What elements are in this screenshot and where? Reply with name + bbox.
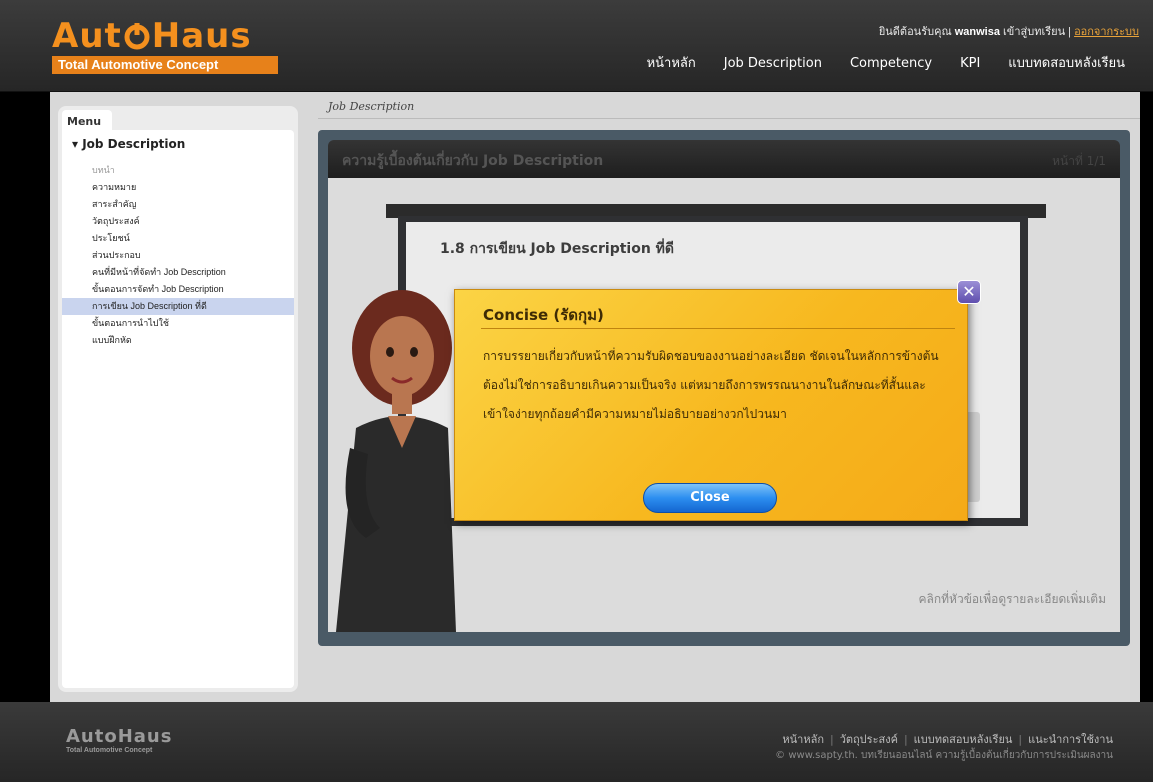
- nav-kpi[interactable]: KPI: [946, 54, 994, 74]
- presenter-character-illustration: [336, 290, 456, 632]
- menu-tab[interactable]: Menu: [62, 110, 112, 132]
- footer-logo: AutoHaus Total Automotive Concept: [66, 726, 172, 754]
- sidebar: Menu ▾ Job Description บทนำ ความหมาย สาร…: [58, 106, 298, 692]
- nav-home[interactable]: หน้าหลัก: [633, 54, 710, 74]
- nav-job-description[interactable]: Job Description: [710, 54, 836, 74]
- logout-link[interactable]: ออกจากระบบ: [1074, 26, 1139, 38]
- nav-posttest[interactable]: แบบทดสอบหลังเรียน: [994, 54, 1139, 74]
- close-x-icon[interactable]: ✕: [957, 280, 981, 304]
- breadcrumb: Job Description: [328, 100, 415, 113]
- footer-link-objectives[interactable]: วัตถุประสงค์: [840, 733, 898, 746]
- footer-link-posttest[interactable]: แบบทดสอบหลังเรียน: [914, 733, 1013, 746]
- menu-item-application[interactable]: ขั้นตอนการนำไปใช้: [62, 315, 294, 332]
- logo-wordmark: Aut Haus: [52, 16, 252, 56]
- logo-tagline: Total Automotive Concept: [52, 56, 278, 74]
- header: Aut Haus Total Automotive Concept ยินดีต…: [0, 0, 1153, 92]
- menu-panel: ▾ Job Description บทนำ ความหมาย สาระสำคั…: [62, 130, 294, 688]
- slide-title: ความรู้เบื้องต้นเกี่ยวกับ Job Descriptio…: [342, 153, 604, 169]
- footer: AutoHaus Total Automotive Concept หน้าหล…: [0, 702, 1153, 782]
- popup-body: การบรรยายเกี่ยวกับหน้าที่ความรับผิดชอบขอ…: [483, 349, 939, 421]
- welcome-suffix: เข้าสู่บทเรียน |: [1003, 26, 1071, 38]
- popup-title: Concise (รัดกุม): [483, 306, 604, 324]
- board-heading: 1.8 การเขียน Job Description ที่ดี: [440, 241, 675, 257]
- menu-item-responsible[interactable]: คนที่มีหน้าที่จัดทำ Job Description: [62, 264, 294, 281]
- menu-item-benefits[interactable]: ประโยชน์: [62, 230, 294, 247]
- menu-list: บทนำ ความหมาย สาระสำคัญ วัตถุประสงค์ ประ…: [62, 162, 294, 349]
- menu-item-components[interactable]: ส่วนประกอบ: [62, 247, 294, 264]
- menu-item-essence[interactable]: สาระสำคัญ: [62, 196, 294, 213]
- footer-link-guide[interactable]: แนะนำการใช้งาน: [1028, 733, 1113, 746]
- slide-page-number: หน้าที่ 1/1: [1052, 154, 1106, 168]
- menu-item-meaning[interactable]: ความหมาย: [62, 179, 294, 196]
- menu-item-intro[interactable]: บทนำ: [62, 162, 294, 179]
- footer-link-home[interactable]: หน้าหลัก: [782, 733, 824, 746]
- footer-separator: |: [903, 733, 908, 746]
- menu-section-label: Job Description: [82, 137, 186, 151]
- footer-copyright: © www.sapty.th. บทเรียนออนไลน์ ความรู้เบ…: [775, 750, 1113, 761]
- welcome-prefix: ยินดีต้อนรับคุณ: [878, 26, 952, 38]
- slide-titlebar: ความรู้เบื้องต้นเกี่ยวกับ Job Descriptio…: [328, 140, 1120, 178]
- footer-logo-tagline: Total Automotive Concept: [66, 747, 153, 754]
- close-button[interactable]: Close: [643, 483, 777, 513]
- footer-separator: |: [829, 733, 834, 746]
- concise-popup: Concise (รัดกุม) การบรรยายเกี่ยวกับหน้าท…: [454, 280, 981, 521]
- footer-logo-wordmark: AutoHaus: [66, 726, 173, 747]
- menu-item-steps[interactable]: ขั้นตอนการจัดทำ Job Description: [62, 281, 294, 298]
- username: wanwisa: [954, 26, 1000, 38]
- welcome-text: ยินดีต้อนรับคุณ wanwisa เข้าสู่บทเรียน |…: [879, 22, 1139, 40]
- menu-item-objectives[interactable]: วัตถุประสงค์: [62, 213, 294, 230]
- popup-divider: [481, 328, 955, 329]
- footer-separator: |: [1018, 733, 1023, 746]
- logo-power-icon: [124, 23, 150, 50]
- breadcrumb-divider: [318, 118, 1140, 119]
- menu-item-exercise[interactable]: แบบฝึกหัด: [62, 332, 294, 349]
- autohaus-logo[interactable]: Aut Haus Total Automotive Concept: [52, 18, 282, 74]
- top-nav: หน้าหลัก Job Description Competency KPI …: [633, 54, 1139, 74]
- menu-section-job-description[interactable]: ▾ Job Description: [72, 137, 185, 151]
- footer-links: หน้าหลัก | วัตถุประสงค์ | แบบทดสอบหลังเรียน |…: [782, 730, 1113, 748]
- nav-competency[interactable]: Competency: [836, 54, 946, 74]
- slide-instruction: คลิกที่หัวข้อเพื่อดูรายละเอียดเพิ่มเติม: [918, 592, 1107, 606]
- expand-arrow-icon: ▾: [72, 137, 83, 151]
- menu-item-good-writing[interactable]: การเขียน Job Description ที่ดี: [62, 298, 294, 315]
